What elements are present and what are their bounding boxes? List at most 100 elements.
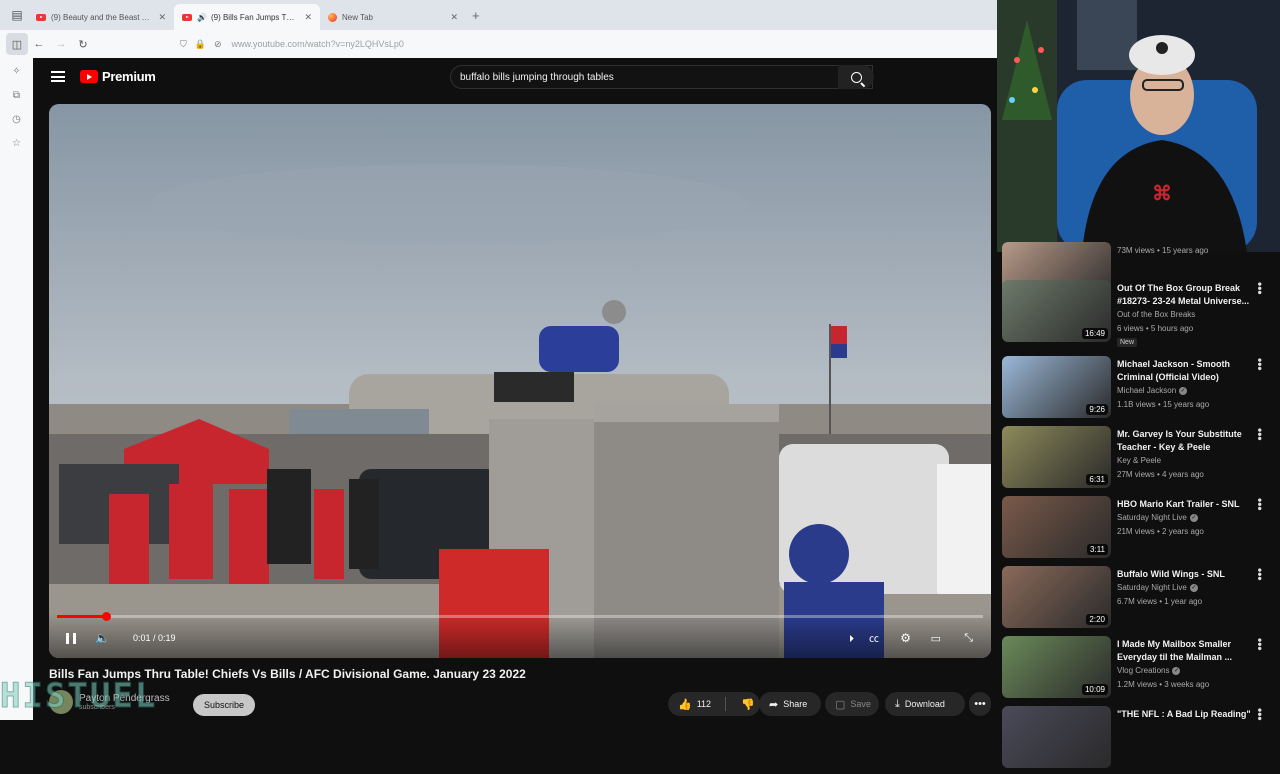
video-thumbnail[interactable]: 10:09 [1002,636,1111,698]
reload-icon[interactable]: ↻ [72,33,94,55]
more-vert-icon[interactable]: ••• [1253,282,1267,295]
verified-check-icon: ✓ [1179,386,1188,395]
video-player[interactable]: 🔈 0:01 / 0:19 ⏵ ㏄ ⚙ ▭ ⤡ [49,104,991,658]
browser-sidebar: ✧ ⧉ ◷ ☆ [0,58,33,720]
recommended-video[interactable]: 16:49 Out Of The Box Group Break #18273- … [1001,280,1280,348]
theater-mode-icon[interactable]: ▭ [931,632,941,645]
close-icon[interactable]: ✕ [304,12,312,23]
window-menu-icon[interactable]: ▤ [6,4,28,26]
recommended-channel[interactable]: Key & Peele [1117,456,1161,465]
permissions-icon[interactable]: ⊘ [214,39,222,50]
video-thumbnail[interactable]: 16:49 [1002,280,1111,342]
back-arrow-icon[interactable]: ← [28,33,50,55]
streamer-logo-watermark: HISTUEL [0,676,158,717]
address-bar-url[interactable]: www.youtube.com/watch?v=ny2LQHVsLp0 [232,39,404,49]
like-dislike-group: 👍 112 👎 [668,692,760,716]
video-thumbnail[interactable]: 2:20 [1002,566,1111,628]
new-tab-plus-icon[interactable]: + [472,8,480,23]
tab-label: (9) Bills Fan Jumps Thru Tab [210,12,298,22]
tab-beauty-and-the-beast[interactable]: (9) Beauty and the Beast Transf ✕ [28,4,174,30]
download-button[interactable]: ⤓ Download [885,692,965,716]
recommended-video[interactable]: 6:31 Mr. Garvey Is Your Substitute Teache… [1001,426,1280,494]
forward-arrow-icon[interactable]: → [50,33,72,55]
duration-badge: 2:20 [1086,614,1108,625]
channel-name: Michael Jackson [1117,386,1177,395]
settings-gear-icon[interactable]: ⚙ [900,631,911,645]
youtube-header: Premium ✕ [33,58,997,104]
more-vert-icon[interactable]: ••• [1253,498,1267,511]
recommended-title[interactable]: Mr. Garvey Is Your Substitute Teacher - … [1117,428,1257,454]
video-thumbnail[interactable]: 3:11 [1002,496,1111,558]
history-icon[interactable]: ◷ [9,114,25,128]
duration-badge: 10:09 [1081,684,1108,695]
tab-label: (9) Beauty and the Beast Transf [51,12,153,22]
more-options-button[interactable]: ••• [969,692,991,716]
autoplay-toggle-icon[interactable]: ⏵ [849,634,854,645]
bookmark-icon: ▢ [835,698,846,711]
video-thumbnail[interactable]: 6:31 [1002,426,1111,488]
duration-badge: 9:26 [1086,404,1108,415]
verified-check-icon: ✓ [1189,583,1198,592]
more-vert-icon[interactable]: ••• [1253,638,1267,651]
close-icon[interactable]: ✕ [158,12,166,23]
view-count-and-age: 6.7M views • 1 year ago [1117,597,1203,606]
recommended-title[interactable]: HBO Mario Kart Trailer - SNL [1117,498,1257,511]
ai-chat-icon[interactable]: ✧ [9,66,25,80]
duration-badge: 6:31 [1086,474,1108,485]
recommended-video[interactable]: "THE NFL : A Bad Lip Reading" ••• [1001,706,1280,774]
youtube-icon [182,13,192,21]
save-button[interactable]: ▢ Save [825,692,879,716]
duration-badge: 16:49 [1081,328,1108,339]
bookmarks-icon[interactable]: ☆ [9,138,25,152]
youtube-premium-logo[interactable]: Premium [80,69,156,84]
recommended-channel[interactable]: Out of the Box Breaks [1117,310,1195,319]
recommended-video[interactable]: 9:26 Michael Jackson - Smooth Criminal (O… [1001,356,1280,424]
recommended-channel[interactable]: Saturday Night Live ✓ [1117,513,1198,522]
browser-tab-bar: ▤ (9) Beauty and the Beast Transf ✕ 🔊 (9… [0,0,997,30]
captions-icon[interactable]: ㏄ [869,630,879,645]
like-button[interactable]: 👍 112 [668,697,726,711]
video-thumbnail[interactable]: 9:26 [1002,356,1111,418]
progress-fill [57,615,107,618]
more-vert-icon[interactable]: ••• [1253,708,1267,721]
view-count-and-age: 1.2M views • 3 weeks ago [1117,680,1210,689]
recommended-title[interactable]: Out Of The Box Group Break #18273- 23-24… [1117,282,1257,308]
lock-icon[interactable]: 🔒 [195,39,206,50]
video-thumbnail[interactable] [1002,706,1111,768]
tab-bills-fan[interactable]: 🔊 (9) Bills Fan Jumps Thru Tab ✕ [174,4,320,30]
pause-icon[interactable] [66,633,76,644]
more-vert-icon[interactable]: ••• [1253,428,1267,441]
tab-new-tab[interactable]: New Tab ✕ [320,4,466,30]
fullscreen-exit-icon[interactable]: ⤡ [964,632,973,645]
recommended-video[interactable]: 2:20 Buffalo Wild Wings - SNL ••• Saturday … [1001,566,1280,634]
share-button[interactable]: ➦ Share [759,692,821,716]
search-input[interactable] [460,71,820,83]
recommended-video[interactable]: 3:11 HBO Mario Kart Trailer - SNL ••• Satur… [1001,496,1280,564]
more-vert-icon[interactable]: ••• [1253,358,1267,371]
recommended-channel[interactable]: Michael Jackson ✓ [1117,386,1188,395]
search-button[interactable] [838,65,874,89]
progress-scrubber[interactable] [102,612,112,621]
download-icon: ⤓ [895,697,900,710]
hamburger-menu-icon[interactable] [51,71,65,82]
volume-icon[interactable]: 🔈 [95,631,110,645]
progress-bar[interactable] [57,612,983,621]
shield-icon[interactable]: ⛉ [180,39,187,50]
recommended-title[interactable]: Buffalo Wild Wings - SNL [1117,568,1257,581]
view-count-and-age: 27M views • 4 years ago [1117,470,1204,479]
sidebar-toggle-icon[interactable]: ◫ [6,33,28,55]
share-label: Share [783,699,808,709]
recommended-title[interactable]: I Made My Mailbox Smaller Everyday til t… [1117,638,1257,664]
recommended-title[interactable]: Michael Jackson - Smooth Criminal (Offic… [1117,358,1257,384]
recommended-title[interactable]: "THE NFL : A Bad Lip Reading" [1117,708,1257,721]
search-icon [850,71,862,83]
close-icon[interactable]: ✕ [450,12,458,23]
recommended-channel[interactable]: Vlog Creations ✓ [1117,666,1181,675]
view-count-and-age: 21M views • 2 years ago [1117,527,1204,536]
speaker-icon[interactable]: 🔊 [197,13,207,22]
thumbs-down-icon[interactable]: 👎 [731,698,755,711]
recommended-channel[interactable]: Saturday Night Live ✓ [1117,583,1198,592]
more-vert-icon[interactable]: ••• [1253,568,1267,581]
synced-tabs-icon[interactable]: ⧉ [9,90,25,104]
recommended-video[interactable]: 10:09 I Made My Mailbox Smaller Everyday … [1001,636,1280,704]
